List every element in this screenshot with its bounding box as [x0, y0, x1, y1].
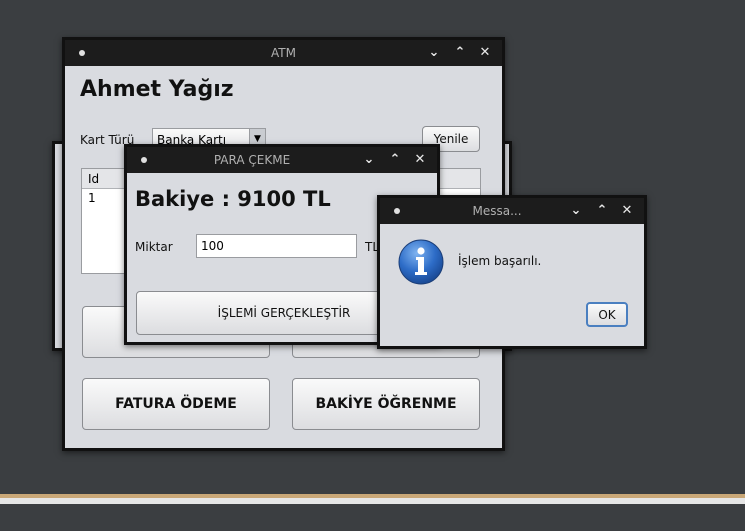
- maximize-icon[interactable]: ⌃: [592, 201, 612, 221]
- user-name: Ahmet Yağız: [80, 77, 234, 102]
- info-icon: [398, 239, 444, 285]
- message-body: İşlem başarılı. OK: [380, 224, 644, 346]
- atm-titlebar[interactable]: ATM ⌄ ⌃ ✕: [65, 40, 502, 66]
- minimize-icon[interactable]: ⌄: [359, 150, 379, 170]
- bill-payment-button[interactable]: FATURA ÖDEME: [82, 378, 270, 430]
- message-text: İşlem başarılı.: [458, 254, 542, 268]
- ok-button[interactable]: OK: [586, 302, 628, 327]
- withdraw-titlebar[interactable]: PARA ÇEKME ⌄ ⌃ ✕: [127, 147, 437, 173]
- maximize-icon[interactable]: ⌃: [450, 43, 470, 63]
- window-title: Messa...: [472, 204, 522, 218]
- message-titlebar[interactable]: Messa... ⌄ ⌃ ✕: [380, 198, 644, 224]
- maximize-icon[interactable]: ⌃: [385, 150, 405, 170]
- balance-inquiry-button[interactable]: BAKİYE ÖĞRENME: [292, 378, 480, 430]
- close-icon[interactable]: ✕: [410, 150, 430, 170]
- message-dialog: Messa... ⌄ ⌃ ✕ İşlem başarılı. OK: [377, 195, 647, 349]
- window-title: PARA ÇEKME: [213, 153, 291, 167]
- close-icon[interactable]: ✕: [617, 201, 637, 221]
- amount-label: Miktar: [135, 240, 173, 254]
- table-cell-id: 1: [88, 191, 96, 205]
- balance-text: Bakiye : 9100 TL: [135, 187, 331, 211]
- minimize-icon[interactable]: ⌄: [566, 201, 586, 221]
- amount-input[interactable]: 100: [196, 234, 357, 258]
- taskbar: [0, 504, 745, 531]
- minimize-icon[interactable]: ⌄: [424, 43, 444, 63]
- close-icon[interactable]: ✕: [475, 43, 495, 63]
